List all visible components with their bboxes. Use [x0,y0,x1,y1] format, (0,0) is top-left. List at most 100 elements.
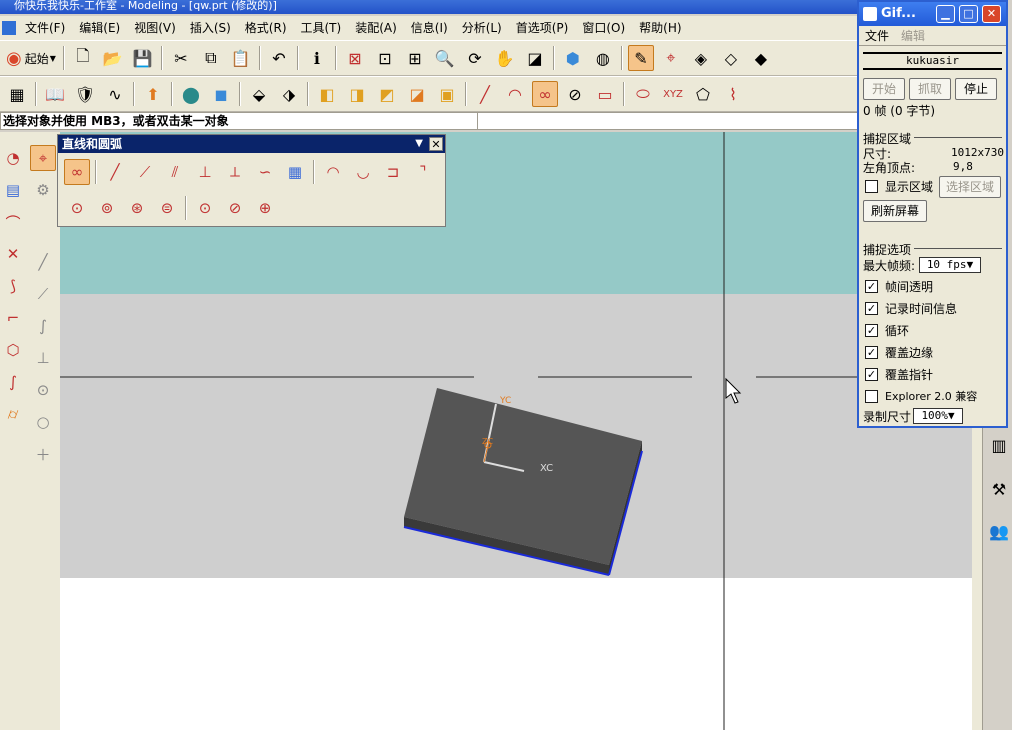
menu-tools[interactable]: 工具(T) [294,17,349,39]
surface-icon-5[interactable]: ▣ [434,81,460,107]
checkbox-box[interactable]: ✓ [865,302,878,315]
checkbox-box[interactable]: ✓ [865,324,878,337]
save-icon[interactable]: 💾 [130,45,156,71]
extrude-icon[interactable]: ⬆ [140,81,166,107]
menu-info[interactable]: 信息(I) [404,17,455,39]
menu-help[interactable]: 帮助(H) [632,17,688,39]
history-icon[interactable]: ⚒ [986,476,1012,502]
edge-icon[interactable]: ⬙ [246,81,272,107]
arc-tangent-point-icon[interactable]: ⌝ [410,159,436,185]
circle-center-radius-icon[interactable]: ⊚ [94,195,120,221]
record-size-select[interactable]: 100%▼ [913,408,963,424]
arc-tangent-icon[interactable]: ◡ [350,159,376,185]
render-style-icon[interactable]: ◍ [590,45,616,71]
feature-dropdown-icon[interactable]: ◆ [748,45,774,71]
constraint-icon[interactable]: ⌖ [658,45,684,71]
cut-icon[interactable]: ✂ [168,45,194,71]
gif-stop-button[interactable]: 停止 [955,78,997,100]
line-icon[interactable]: ╱ [472,81,498,107]
navigator-icon[interactable]: ▥ [986,432,1012,458]
chamfer-icon[interactable]: ⬡ [0,337,26,363]
checkbox-box[interactable]: ✓ [865,368,878,381]
line-point-xyz-icon[interactable]: ⟋ [132,159,158,185]
gif-menu-file[interactable]: 文件 [865,27,889,44]
circle-tool-icon[interactable]: ◔ [0,145,26,171]
explorer-compat-checkbox[interactable]: Explorer 2.0 兼容 [865,388,977,404]
line-grid-icon[interactable]: ▦ [282,159,308,185]
copy-icon[interactable]: ⧉ [198,45,224,71]
show-area-checkbox-box[interactable] [865,180,878,193]
lines-arcs-icon[interactable]: ∞ [532,81,558,107]
circle-line-icon[interactable]: ⊘ [562,81,588,107]
option-cursor-checkbox[interactable]: ✓ 覆盖指针 [865,366,933,383]
line-point-point-icon[interactable]: ╱ [102,159,128,185]
line-tangent-icon[interactable]: ⟂ [222,159,248,185]
menu-format[interactable]: 格式(R) [238,17,294,39]
spline-icon[interactable]: ⌇ [720,81,746,107]
line-parallel-icon[interactable]: ⫽ [162,159,188,185]
roles-icon[interactable]: 👥 [986,518,1012,544]
zoom-box-icon[interactable]: ⊞ [402,45,428,71]
view-orient-icon[interactable]: ⬢ [560,45,586,71]
curve-draw-icon[interactable]: ∫ [30,313,56,339]
surface-icon-4[interactable]: ◪ [404,81,430,107]
option-loop-checkbox[interactable]: ✓ 循环 [865,322,909,339]
circle-three-point-icon[interactable]: ⊙ [64,195,90,221]
surface-icon-1[interactable]: ◧ [314,81,340,107]
option-edges-checkbox[interactable]: ✓ 覆盖边缘 [865,344,933,361]
circle-tangent-icon[interactable]: ⊛ [124,195,150,221]
menu-analysis[interactable]: 分析(L) [455,17,509,39]
line-perpendicular-icon[interactable]: ⊥ [192,159,218,185]
circle-center-icon[interactable]: ⊙ [30,377,56,403]
maximize-icon[interactable]: □ [959,5,978,23]
associative-icon[interactable]: ∞ [64,159,90,185]
checkbox-box[interactable]: ✓ [865,280,878,293]
object-info-icon[interactable]: ℹ [304,45,330,71]
chevron-down-icon[interactable]: ▼ [415,135,423,153]
arc-icon[interactable]: ◠ [502,81,528,107]
book-icon[interactable]: 📖 [42,81,68,107]
ellipse-icon[interactable]: ⬭ [630,81,656,107]
offset-curve-icon[interactable]: ⌒ [0,209,26,235]
menu-view[interactable]: 视图(V) [127,17,183,39]
xyz-icon[interactable]: XYZ [660,81,686,107]
checkbox-box[interactable] [865,389,878,403]
zoom-window-icon[interactable]: ⊡ [372,45,398,71]
max-fps-select[interactable]: 10 fps▼ [919,257,981,273]
circle-point-icon[interactable]: ⊙ [192,195,218,221]
perpendicular-icon[interactable]: ⊥ [30,345,56,371]
shield-icon[interactable]: 🛡 [72,81,98,107]
datum-icon[interactable]: ◈ [688,45,714,71]
project-curve-icon[interactable]: ∫ [0,369,26,395]
shell-icon[interactable]: ⬗ [276,81,302,107]
gif-capture-button[interactable]: 抓取 [909,78,951,100]
polygon-icon[interactable]: ⬠ [690,81,716,107]
perspective-icon[interactable]: ◪ [522,45,548,71]
gif-start-button[interactable]: 开始 [863,78,905,100]
feature-icon[interactable]: ◇ [718,45,744,71]
sketch-icon[interactable]: ✎ [627,45,654,71]
undo-icon[interactable]: ↶ [266,45,292,71]
surface-icon-2[interactable]: ◨ [344,81,370,107]
layout-icon[interactable]: ▦ [4,81,30,107]
refresh-screen-button[interactable]: 刷新屏幕 [863,200,927,222]
paste-icon[interactable]: 📋 [228,45,254,71]
layer-tool-icon[interactable]: ▤ [0,177,26,203]
menu-preferences[interactable]: 首选项(P) [509,17,576,39]
start-button[interactable]: ◉ 起始 ▼ [2,48,60,69]
circle-diameter-icon[interactable]: ⊘ [222,195,248,221]
line-angle-icon[interactable]: ⟋ [30,281,56,307]
circle-draw-icon[interactable]: ○ [30,409,56,435]
snap-point-icon[interactable]: ⌖ [30,145,56,171]
plus-icon[interactable]: ＋ [30,441,56,467]
pan-icon[interactable]: ✋ [492,45,518,71]
line-tangent-curve-icon[interactable]: ∽ [252,159,278,185]
surface-icon-3[interactable]: ◩ [374,81,400,107]
fit-view-icon[interactable]: ⊠ [342,45,368,71]
open-folder-icon[interactable]: 📂 [100,45,126,71]
bridge-curve-icon[interactable]: ⟆ [0,273,26,299]
block-icon[interactable]: ◼ [208,81,234,107]
arc-three-point-icon[interactable]: ◠ [320,159,346,185]
minimize-icon[interactable]: ▁ [936,5,955,23]
show-area-checkbox[interactable]: 显示区域 [865,178,933,195]
